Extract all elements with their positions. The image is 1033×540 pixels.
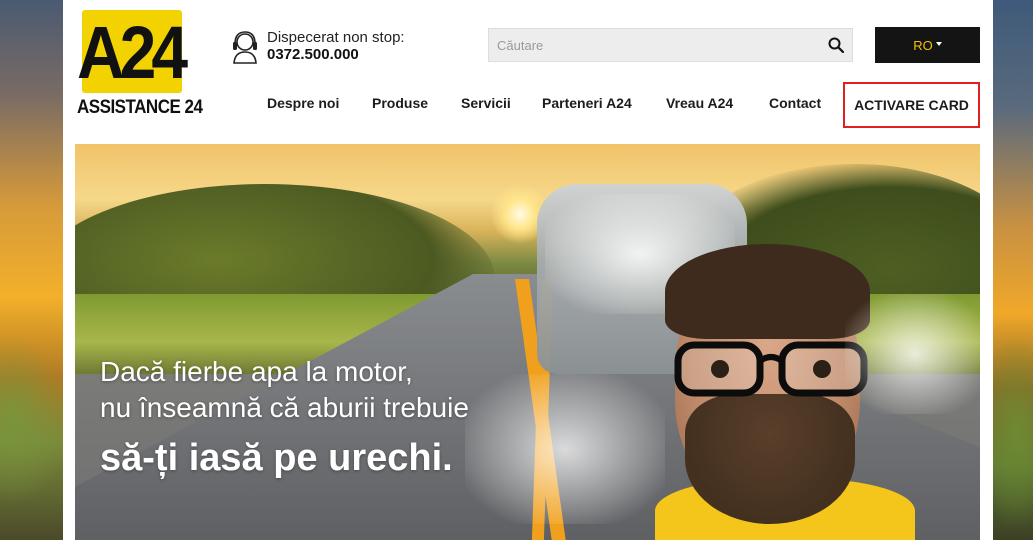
side-background-right bbox=[993, 0, 1033, 540]
language-selector[interactable]: RO bbox=[875, 27, 980, 63]
caret-down-icon bbox=[935, 42, 942, 46]
nav-item-servicii[interactable]: Servicii bbox=[461, 95, 511, 111]
search-icon[interactable] bbox=[828, 37, 844, 53]
hero-man-beard bbox=[685, 394, 855, 524]
nav-item-vreau-a24[interactable]: Vreau A24 bbox=[666, 95, 733, 111]
hero-line-1: Dacă fierbe apa la motor, bbox=[100, 356, 413, 387]
search-box bbox=[488, 28, 853, 62]
hero-steam-ear-right bbox=[845, 294, 980, 414]
activate-card-button[interactable]: ACTIVARE CARD bbox=[843, 82, 980, 128]
hero-banner[interactable]: Dacă fierbe apa la motor, nu înseamnă că… bbox=[75, 144, 980, 540]
hero-man-hair bbox=[665, 244, 870, 339]
hero-line-2: nu înseamnă că aburii trebuie bbox=[100, 392, 469, 423]
search-input[interactable] bbox=[489, 29, 809, 61]
dispatch-phone[interactable]: 0372.500.000 bbox=[267, 46, 359, 63]
hero-steam-ear-left bbox=[465, 374, 665, 524]
site-header: A24 ASSISTANCE 24 Dispecerat non stop: 0… bbox=[63, 0, 993, 144]
main-nav: Despre noi Produse Servicii Parteneri A2… bbox=[63, 82, 993, 128]
side-background-left bbox=[0, 0, 63, 540]
headset-icon bbox=[233, 31, 257, 64]
nav-item-parteneri[interactable]: Parteneri A24 bbox=[542, 95, 632, 111]
language-label: RO bbox=[913, 37, 933, 53]
hero-line-3: să-ți iasă pe urechi. bbox=[100, 437, 453, 479]
nav-item-produse[interactable]: Produse bbox=[372, 95, 428, 111]
dispatch-label: Dispecerat non stop: bbox=[267, 29, 405, 46]
nav-item-contact[interactable]: Contact bbox=[769, 95, 821, 111]
nav-item-despre-noi[interactable]: Despre noi bbox=[267, 95, 339, 111]
hero-text: Dacă fierbe apa la motor, nu înseamnă că… bbox=[100, 354, 469, 490]
